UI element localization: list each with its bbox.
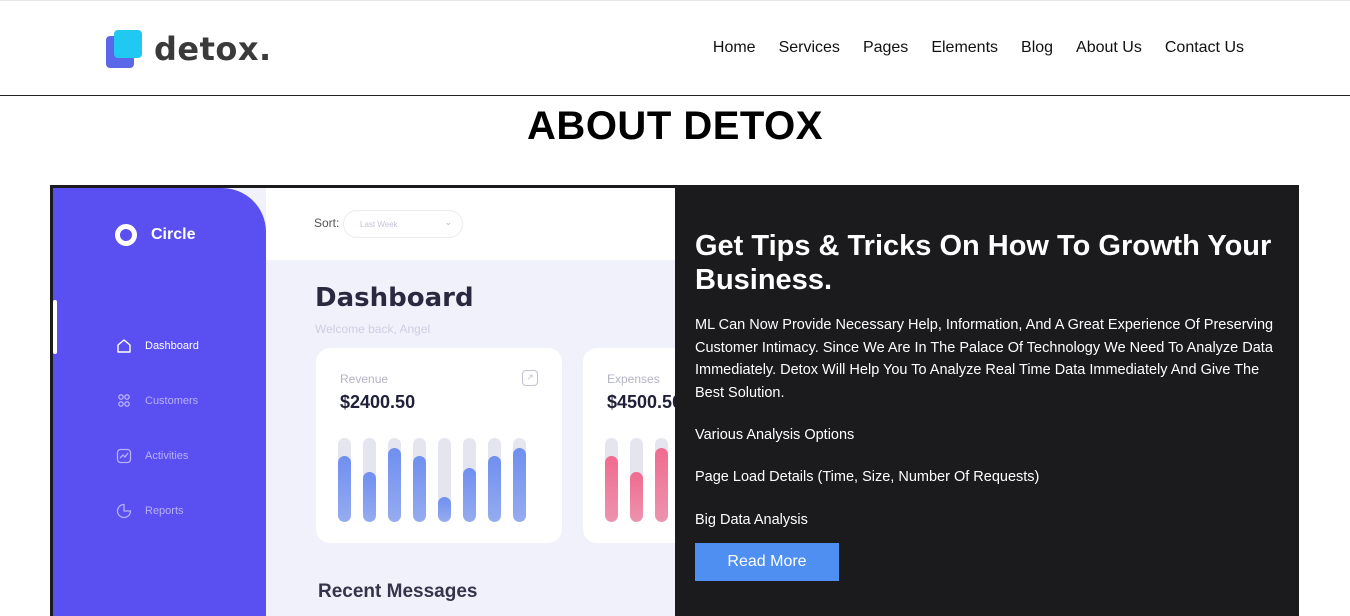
trend-icon: ↗ <box>522 370 538 386</box>
home-icon <box>117 338 131 353</box>
mock-dashboard-title: Dashboard <box>315 283 474 313</box>
bar-track <box>630 438 643 522</box>
bar-fill <box>363 471 376 522</box>
mock-brand-label: Circle <box>151 226 196 243</box>
bar-fill <box>388 448 401 522</box>
bar-track <box>413 438 426 522</box>
site-header: detox. Home Services Pages Elements Blog… <box>0 0 1350 96</box>
mock-brand: Circle <box>115 224 195 246</box>
about-showcase: Circle Dashboard Customers Activities Re… <box>50 185 1299 616</box>
nav-elements[interactable]: Elements <box>931 39 998 57</box>
page-title: ABOUT DETOX <box>527 104 823 148</box>
feature-item: Page Load Details (Time, Size, Number Of… <box>695 469 1040 485</box>
nav-about-us[interactable]: About Us <box>1076 39 1142 57</box>
nav-contact-us[interactable]: Contact Us <box>1165 39 1244 57</box>
mock-menu-reports: Reports <box>115 483 199 538</box>
content-description: ML Can Now Provide Necessary Help, Infor… <box>695 317 1274 401</box>
chevron-down-icon: ⌄ <box>444 217 452 227</box>
expenses-value: $4500.50 <box>607 392 675 412</box>
mock-menu-label: Activities <box>145 449 189 462</box>
mock-menu-label: Customers <box>145 394 199 407</box>
bar-track <box>363 438 376 522</box>
logo-text: detox. <box>154 30 272 68</box>
mock-menu-dashboard: Dashboard <box>115 318 199 373</box>
logo-icon <box>106 30 142 68</box>
active-indicator <box>53 300 57 354</box>
expenses-bars <box>605 438 668 522</box>
bar-track <box>338 438 351 522</box>
circle-logo-icon <box>115 224 137 246</box>
bar-fill <box>655 448 668 522</box>
bar-track <box>488 438 501 522</box>
expenses-label: Expenses <box>607 372 660 386</box>
mock-topbar: Sort: Last Week ⌄ <box>266 188 675 260</box>
recent-messages-title: Recent Messages <box>318 581 478 602</box>
bar-track <box>513 438 526 522</box>
bar-track <box>438 438 451 522</box>
bar-fill <box>438 496 451 522</box>
revenue-label: Revenue <box>340 372 389 386</box>
bar-track <box>463 438 476 522</box>
sort-label: Sort: <box>314 216 340 230</box>
mock-menu-label: Reports <box>145 504 184 517</box>
expenses-card: Expenses $4500.50 <box>583 348 675 543</box>
bar-fill <box>413 456 426 522</box>
main-nav: Home Services Pages Elements Blog About … <box>713 39 1244 57</box>
content-heading: Get Tips & Tricks On How To Growth Your … <box>695 230 1272 296</box>
pie-chart-icon <box>116 503 132 518</box>
read-more-button[interactable]: Read More <box>695 543 839 581</box>
bar-track <box>388 438 401 522</box>
site-logo[interactable]: detox. <box>106 29 272 69</box>
nav-home[interactable]: Home <box>713 39 756 57</box>
activity-icon <box>116 448 132 463</box>
users-icon <box>118 393 130 407</box>
feature-item: Various Analysis Options <box>695 427 855 443</box>
bar-fill <box>463 468 476 522</box>
nav-services[interactable]: Services <box>779 39 840 57</box>
feature-item: Big Data Analysis <box>695 512 808 528</box>
mock-dashboard-subtitle: Welcome back, Angel <box>315 322 431 336</box>
revenue-bars <box>338 438 526 522</box>
revenue-value: $2400.50 <box>340 392 416 412</box>
bar-track <box>655 438 668 522</box>
mock-menu-activities: Activities <box>115 428 199 483</box>
mock-menu-label: Dashboard <box>145 339 199 352</box>
bar-fill <box>338 456 351 522</box>
revenue-card: Revenue ↗ $2400.50 <box>316 348 562 543</box>
sort-value: Last Week <box>360 220 398 229</box>
dashboard-screenshot: Circle Dashboard Customers Activities Re… <box>53 188 675 616</box>
bar-fill <box>605 456 618 522</box>
mock-menu: Dashboard Customers Activities Reports <box>115 318 199 538</box>
bar-fill <box>513 448 526 522</box>
about-content: Get Tips & Tricks On How To Growth Your … <box>695 229 1285 581</box>
nav-pages[interactable]: Pages <box>863 39 908 57</box>
bar-fill <box>630 471 643 522</box>
bar-fill <box>488 456 501 522</box>
bar-track <box>605 438 618 522</box>
sort-select: Last Week ⌄ <box>343 210 463 238</box>
nav-blog[interactable]: Blog <box>1021 39 1053 57</box>
mock-menu-customers: Customers <box>115 373 199 428</box>
mock-sidebar: Circle Dashboard Customers Activities Re… <box>53 188 266 616</box>
